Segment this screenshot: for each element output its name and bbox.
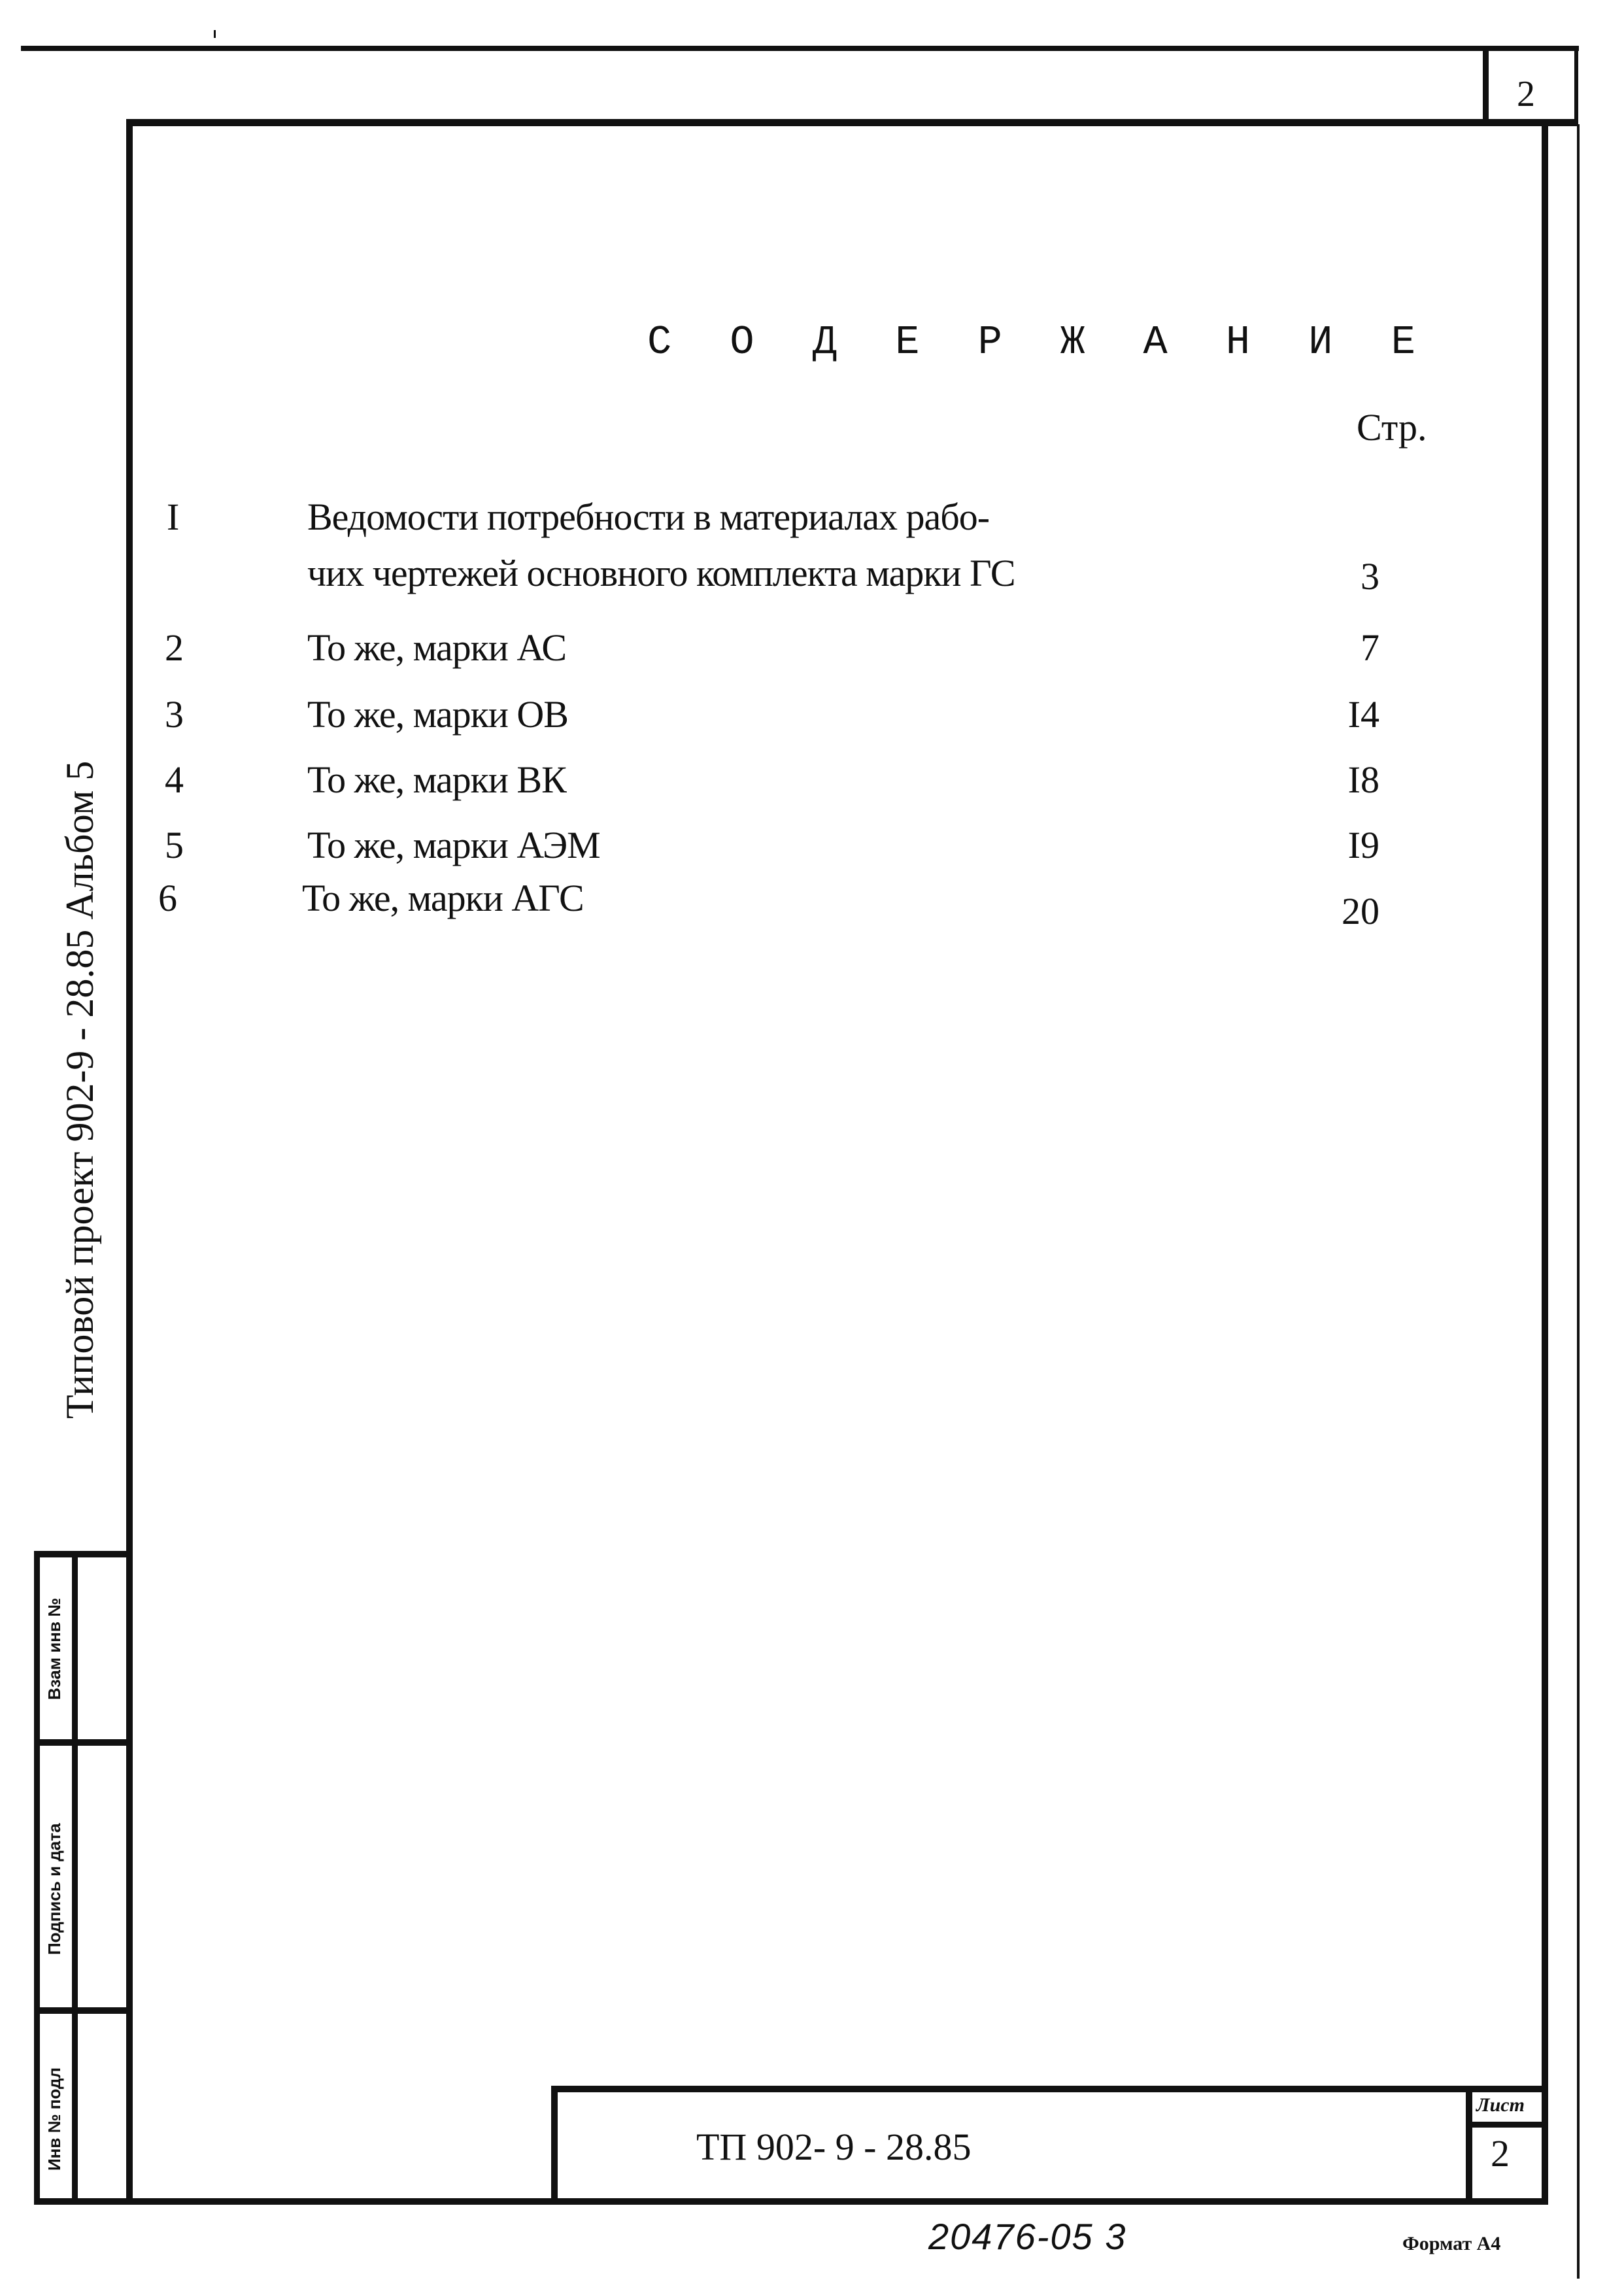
- replacement-inventory-label: Взам инв №: [44, 1597, 64, 1700]
- frame-left-border: [126, 119, 133, 2205]
- toc-entry-text-line: То же, марки АЭМ: [307, 824, 601, 866]
- title-block-left-border: [551, 2086, 558, 2205]
- toc-entry-page: 3: [1361, 555, 1379, 598]
- toc-entry-page: I9: [1347, 824, 1379, 866]
- toc-entry-number: 2: [165, 626, 184, 669]
- corner-box-right-border: [1574, 46, 1578, 124]
- toc-entry-page: 7: [1361, 626, 1379, 669]
- side-project-label: Типовой проект 902-9 - 28.85 Альбом 5: [58, 760, 101, 1419]
- toc-entry-text-line: То же, марки ВК: [307, 758, 567, 801]
- side-stamp-row-divider: [34, 1739, 133, 1746]
- side-stamp-top-border: [34, 1551, 133, 1557]
- toc-entry-text-line: То же, марки АГС: [302, 877, 584, 919]
- frame-right-border: [1542, 119, 1548, 2205]
- sheet-number: 2: [1491, 2132, 1510, 2175]
- toc-entry-text-line: То же, марки ОВ: [307, 693, 569, 736]
- top-rule: [21, 46, 1579, 51]
- signature-date-label: Подпись и дата: [44, 1823, 64, 1955]
- toc-entry-number: I: [167, 496, 180, 538]
- toc-entry-text-line: То же, марки АС: [307, 626, 567, 669]
- title-block-top-border: [551, 2086, 1548, 2092]
- page-column-header: Стр.: [1357, 406, 1427, 449]
- sheet-cell-divider: [1466, 2122, 1548, 2128]
- top-tick-mark: [214, 30, 216, 38]
- toc-entry-number: 6: [158, 877, 177, 919]
- handwritten-note: 20476-05 3: [928, 2216, 1127, 2257]
- toc-entry-number: 3: [165, 693, 184, 736]
- toc-entry-text-line: Ведомости потребности в материалах рабо-: [307, 496, 990, 538]
- corner-box-left-border: [1483, 46, 1489, 124]
- format-label: Формат А4: [1402, 2233, 1501, 2254]
- frame-bottom-border: [34, 2198, 1548, 2205]
- sheet-cell-left-border: [1466, 2086, 1472, 2205]
- side-stamp-inner-divider: [72, 1551, 78, 2205]
- frame-top-border: [126, 119, 1578, 126]
- toc-entry-number: 5: [165, 824, 184, 866]
- toc-entry-number: 4: [165, 758, 184, 801]
- document-code: ТП 902- 9 - 28.85: [696, 2126, 972, 2168]
- toc-entry-page: 20: [1342, 890, 1379, 932]
- toc-entry-page: I4: [1347, 693, 1379, 736]
- corner-sheet-number: 2: [1517, 74, 1535, 114]
- side-stamp-left-border: [34, 1551, 40, 2205]
- side-stamp-row-divider: [34, 2007, 133, 2014]
- original-inventory-label: Инв № подл: [44, 2067, 64, 2171]
- sheet-label: Лист: [1476, 2094, 1525, 2116]
- page-title: С О Д Е Р Ж А Н И Е: [647, 319, 1432, 365]
- toc-entry-text-line: чих чертежей основного комплекта марки Г…: [307, 552, 1016, 594]
- outer-right-margin-line: [1577, 124, 1580, 2279]
- toc-entry-page: I8: [1347, 758, 1379, 801]
